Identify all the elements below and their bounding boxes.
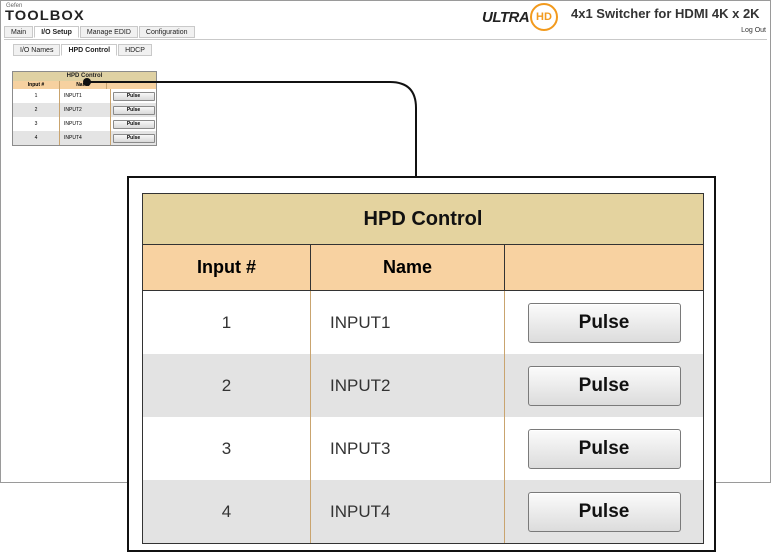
column-header-input: Input # bbox=[13, 81, 60, 89]
input-name: INPUT2 bbox=[60, 103, 111, 117]
tab-divider bbox=[4, 39, 767, 40]
tab-hpd-control[interactable]: HPD Control bbox=[61, 44, 118, 56]
pulse-button-input4[interactable]: Pulse bbox=[112, 133, 155, 143]
logout-link[interactable]: Log Out bbox=[741, 27, 766, 34]
table-row: 4 INPUT4 Pulse bbox=[13, 131, 156, 145]
input-name: INPUT4 bbox=[60, 131, 111, 145]
pulse-button-input4[interactable]: Pulse bbox=[527, 491, 681, 532]
hpd-control-table: HPD Control Input # Name 1 INPUT1 Pulse … bbox=[142, 193, 704, 544]
input-number: 2 bbox=[13, 103, 60, 117]
tab-main[interactable]: Main bbox=[4, 26, 34, 38]
panel-header-row: Input # Name bbox=[13, 81, 156, 89]
input-number: 4 bbox=[143, 480, 311, 543]
input-name: INPUT1 bbox=[60, 89, 111, 103]
pulse-button-input3[interactable]: Pulse bbox=[527, 428, 681, 469]
table-row: 3 INPUT3 Pulse bbox=[13, 117, 156, 131]
pulse-button-input1[interactable]: Pulse bbox=[527, 302, 681, 343]
hd-badge-icon: HD bbox=[530, 3, 558, 31]
hpd-control-panel: HPD Control Input # Name 1 INPUT1 Pulse … bbox=[12, 71, 157, 146]
table-row: 2 INPUT2 Pulse bbox=[143, 354, 703, 417]
pulse-button-input2[interactable]: Pulse bbox=[527, 365, 681, 406]
table-row: 4 INPUT4 Pulse bbox=[143, 480, 703, 543]
zoom-callout: HPD Control Input # Name 1 INPUT1 Pulse … bbox=[127, 176, 716, 552]
input-name: INPUT2 bbox=[311, 354, 505, 417]
column-header-action bbox=[505, 245, 703, 290]
table-row: 3 INPUT3 Pulse bbox=[143, 417, 703, 480]
input-number: 2 bbox=[143, 354, 311, 417]
input-number: 3 bbox=[143, 417, 311, 480]
column-header-name: Name bbox=[60, 81, 107, 89]
page-title: 4x1 Switcher for HDMI 4K x 2K bbox=[571, 6, 760, 21]
input-name: INPUT3 bbox=[60, 117, 111, 131]
input-name: INPUT3 bbox=[311, 417, 505, 480]
input-name: INPUT4 bbox=[311, 480, 505, 543]
table-header-row: Input # Name bbox=[143, 245, 703, 291]
pulse-button-input1[interactable]: Pulse bbox=[112, 91, 155, 101]
tab-configuration[interactable]: Configuration bbox=[138, 26, 195, 38]
pulse-button-input2[interactable]: Pulse bbox=[112, 105, 155, 115]
logo: TOOLBOX bbox=[5, 7, 85, 23]
input-number: 4 bbox=[13, 131, 60, 145]
ultra-logo-text: ULTRA bbox=[482, 9, 530, 26]
tab-manage-edid[interactable]: Manage EDID bbox=[79, 26, 138, 38]
sub-tab-bar: I/O Names HPD Control HDCP bbox=[13, 44, 153, 57]
panel-title: HPD Control bbox=[13, 72, 156, 81]
column-header-input: Input # bbox=[143, 245, 311, 290]
column-header-action bbox=[107, 81, 156, 89]
table-row: 1 INPUT1 Pulse bbox=[13, 89, 156, 103]
table-row: 2 INPUT2 Pulse bbox=[13, 103, 156, 117]
table-row: 1 INPUT1 Pulse bbox=[143, 291, 703, 354]
table-title: HPD Control bbox=[143, 194, 703, 245]
column-header-name: Name bbox=[311, 245, 505, 290]
input-number: 1 bbox=[143, 291, 311, 354]
input-number: 3 bbox=[13, 117, 60, 131]
input-name: INPUT1 bbox=[311, 291, 505, 354]
input-number: 1 bbox=[13, 89, 60, 103]
tab-io-names[interactable]: I/O Names bbox=[13, 44, 61, 56]
tab-hdcp[interactable]: HDCP bbox=[118, 44, 152, 56]
main-tab-bar: Main I/O Setup Manage EDID Configuration bbox=[4, 26, 196, 39]
tab-io-setup[interactable]: I/O Setup bbox=[34, 26, 79, 38]
pulse-button-input3[interactable]: Pulse bbox=[112, 119, 155, 129]
